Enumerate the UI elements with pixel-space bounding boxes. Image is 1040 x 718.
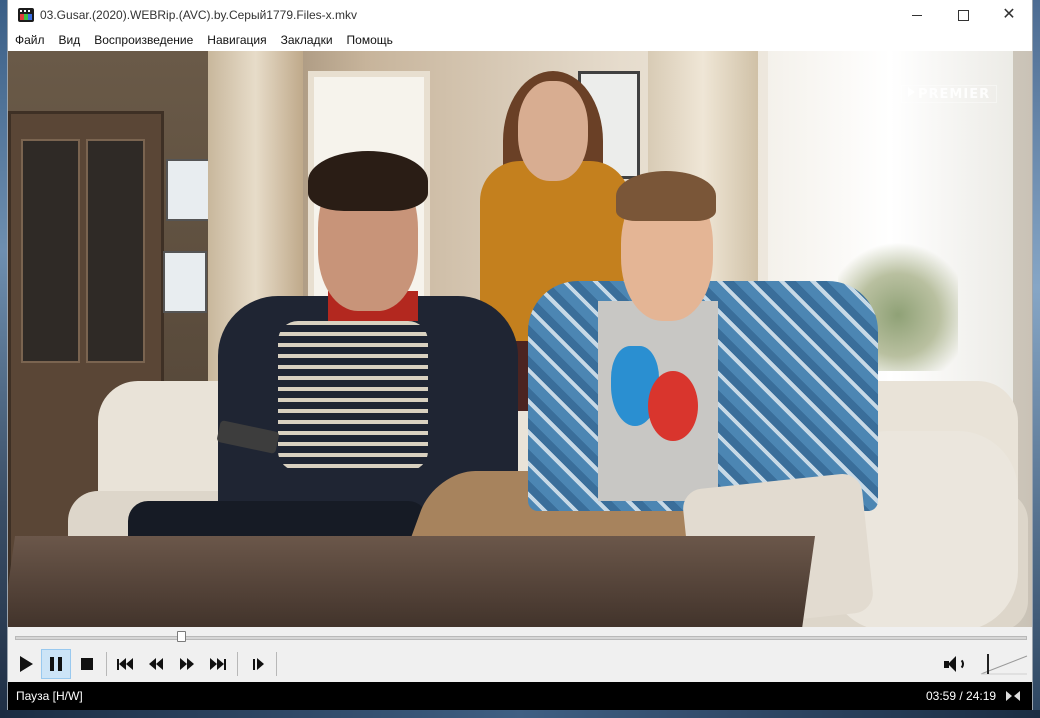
scene-cabinet-glass (21, 139, 80, 363)
stop-button[interactable] (72, 649, 102, 679)
playback-status: Пауза [H/W] (16, 689, 83, 703)
maximize-button[interactable] (940, 0, 986, 30)
pause-button[interactable] (41, 649, 71, 679)
scene-coffee-table (8, 536, 816, 627)
mute-button[interactable] (940, 649, 970, 679)
taskbar-edge (0, 710, 1040, 718)
rewind-button[interactable] (141, 649, 171, 679)
player-window: 03.Gusar.(2020).WEBRip.(AVC).by.Серый177… (8, 0, 1032, 710)
skip-previous-icon (117, 658, 133, 670)
toolbar-separator (276, 652, 277, 676)
play-icon (20, 656, 33, 672)
scene-cabinet-glass (86, 139, 145, 363)
control-bar (8, 647, 1032, 682)
frame-step-icon (252, 658, 264, 670)
desktop-background-right (1032, 0, 1040, 718)
next-button[interactable] (203, 649, 233, 679)
watermark-text: PREMIER (918, 87, 991, 102)
scene-picture-frame (163, 251, 207, 313)
stop-icon (81, 658, 93, 670)
fast-forward-button[interactable] (172, 649, 202, 679)
clapperboard-icon[interactable] (18, 8, 34, 22)
volume-slider[interactable] (980, 652, 1028, 676)
channel-watermark: PREMIER (901, 85, 998, 103)
status-bar: Пауза [H/W] 03:59 / 24:19 (8, 682, 1032, 710)
close-button[interactable]: ✕ (986, 0, 1032, 30)
fast-forward-icon (180, 658, 194, 670)
hardware-decoding-icon (1006, 691, 1020, 701)
play-logo-icon (908, 87, 915, 97)
maximize-icon (957, 9, 969, 21)
play-button[interactable] (10, 649, 40, 679)
minimize-button[interactable] (894, 0, 940, 30)
scene-picture-frame (166, 159, 210, 221)
skip-next-icon (210, 658, 226, 670)
speaker-icon (944, 655, 966, 673)
title-bar[interactable]: 03.Gusar.(2020).WEBRip.(AVC).by.Серый177… (8, 0, 1032, 30)
volume-ramp (980, 654, 1028, 675)
scene-hussar-hair (308, 151, 428, 211)
menu-playback[interactable]: Воспроизведение (87, 30, 200, 51)
menu-file[interactable]: Файл (8, 30, 52, 51)
window-title: 03.Gusar.(2020).WEBRip.(AVC).by.Серый177… (40, 8, 357, 22)
scene-tshirt-print (648, 371, 698, 441)
desktop-background-left (0, 0, 8, 718)
menu-view[interactable]: Вид (52, 30, 88, 51)
seek-bar[interactable] (8, 627, 1032, 647)
pause-icon (50, 657, 62, 671)
volume-thumb[interactable] (987, 654, 989, 674)
seek-thumb[interactable] (176, 631, 186, 642)
menu-help[interactable]: Помощь (340, 30, 400, 51)
video-frame[interactable]: PREMIER (8, 51, 1032, 627)
scene-man-hair (616, 171, 716, 221)
previous-button[interactable] (110, 649, 140, 679)
menu-bar: Файл Вид Воспроизведение Навигация Закла… (8, 30, 1032, 51)
minimize-icon (912, 14, 922, 16)
toolbar-separator (237, 652, 238, 676)
menu-navigation[interactable]: Навигация (200, 30, 273, 51)
scene-woman-face (518, 81, 588, 181)
close-icon: ✕ (1002, 6, 1016, 23)
scene-hussar-braid (278, 321, 428, 471)
rewind-icon (149, 658, 163, 670)
menu-bookmarks[interactable]: Закладки (274, 30, 340, 51)
time-display[interactable]: 03:59 / 24:19 (926, 689, 996, 703)
seek-track[interactable] (15, 636, 1027, 640)
toolbar-separator (106, 652, 107, 676)
frame-step-button[interactable] (243, 649, 273, 679)
